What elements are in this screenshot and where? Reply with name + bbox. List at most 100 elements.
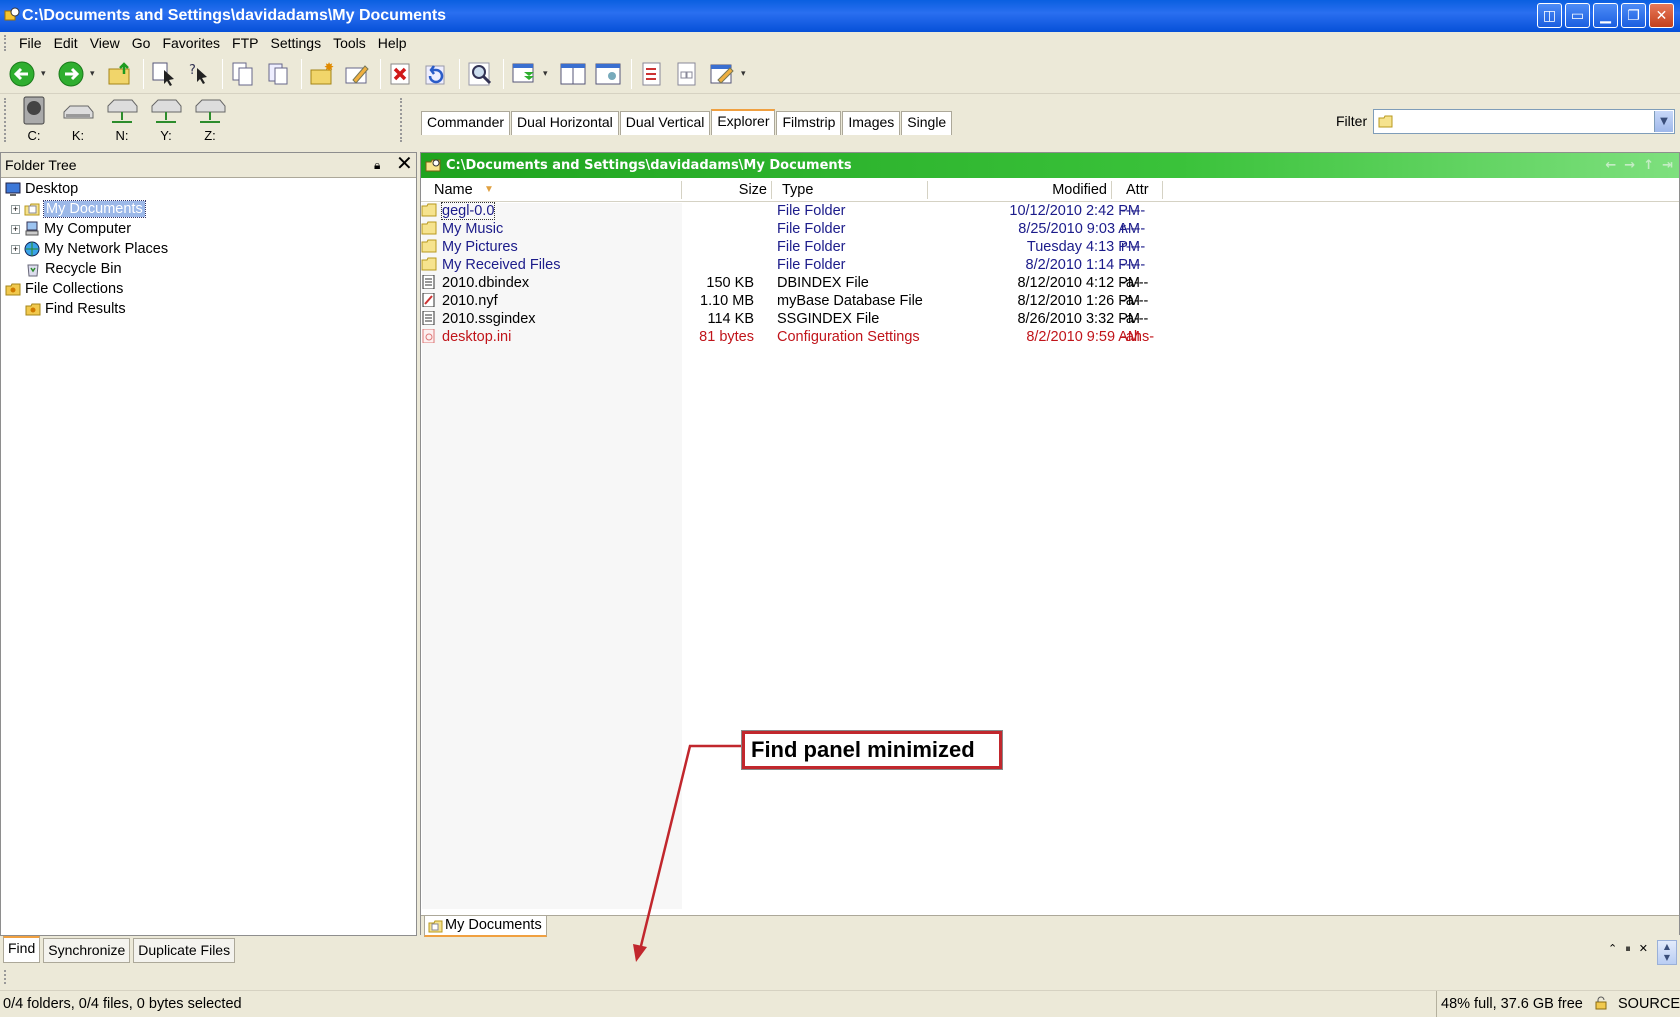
column-divider[interactable] bbox=[1111, 181, 1112, 199]
nav-back-icon[interactable]: ← bbox=[1605, 158, 1616, 173]
find-panel-scroll-buttons[interactable]: ▲ ▼ bbox=[1657, 940, 1677, 965]
find-panel-grip[interactable] bbox=[4, 970, 7, 984]
tab-filmstrip[interactable]: Filmstrip bbox=[776, 111, 842, 135]
column-divider[interactable] bbox=[1162, 181, 1163, 199]
delete-button[interactable] bbox=[385, 58, 417, 90]
expand-icon[interactable]: + bbox=[11, 224, 20, 234]
menu-file[interactable]: File bbox=[13, 35, 48, 51]
menu-help[interactable]: Help bbox=[372, 35, 413, 51]
close-button[interactable]: ✕ bbox=[1649, 3, 1674, 28]
menu-go[interactable]: Go bbox=[126, 35, 157, 51]
find-button[interactable] bbox=[464, 58, 496, 90]
column-divider[interactable] bbox=[681, 181, 682, 199]
file-row-my-pictures[interactable]: My Pictures File Folder Tuesday 4:13 PM … bbox=[421, 239, 1680, 257]
menu-view[interactable]: View bbox=[84, 35, 126, 51]
forward-button[interactable] bbox=[55, 58, 87, 90]
find-panel-controls: ⌃ ⏸ ✕ bbox=[1608, 942, 1648, 956]
select-help-button[interactable]: ? bbox=[183, 58, 215, 90]
drive-y[interactable]: Y: bbox=[144, 94, 188, 148]
select-button[interactable] bbox=[148, 58, 180, 90]
column-modified[interactable]: Modified bbox=[1021, 182, 1107, 198]
menu-settings[interactable]: Settings bbox=[265, 35, 328, 51]
layout-bar-grip[interactable] bbox=[400, 98, 403, 142]
nav-forward-icon[interactable]: → bbox=[1624, 158, 1635, 173]
back-dropdown-icon[interactable]: ▾ bbox=[41, 69, 49, 79]
menu-favorites[interactable]: Favorites bbox=[156, 35, 226, 51]
file-row-2010-nyf[interactable]: 2010.nyf 1.10 MB myBase Database File 8/… bbox=[421, 292, 1680, 311]
new-folder-button[interactable]: ✸ bbox=[306, 58, 338, 90]
tab-explorer[interactable]: Explorer bbox=[711, 109, 776, 135]
sync-button[interactable] bbox=[508, 58, 540, 90]
column-divider[interactable] bbox=[927, 181, 928, 199]
column-size[interactable]: Size bbox=[721, 182, 767, 198]
paste-button[interactable] bbox=[262, 58, 294, 90]
expand-icon[interactable]: + bbox=[11, 244, 20, 254]
drive-k[interactable]: K: bbox=[56, 94, 100, 148]
back-button[interactable] bbox=[6, 58, 38, 90]
file-row-desktop-ini[interactable]: desktop.ini 81 bytes Configuration Setti… bbox=[421, 328, 1680, 347]
menu-ftp[interactable]: FTP bbox=[226, 35, 264, 51]
tree-node-desktop[interactable]: Desktop bbox=[5, 179, 78, 199]
tab-dual-vertical[interactable]: Dual Vertical bbox=[619, 111, 711, 135]
copy-button[interactable] bbox=[227, 58, 259, 90]
folder-icon bbox=[1378, 115, 1393, 128]
file-row-2010-ssgindex[interactable]: 2010.ssgindex 114 KB SSGINDEX File 8/26/… bbox=[421, 310, 1680, 329]
file-row-2010-dbindex[interactable]: 2010.dbindex 150 KB DBINDEX File 8/12/20… bbox=[421, 274, 1680, 293]
file-row-gegl[interactable]: gegl-0.0 File Folder 10/12/2010 2:42 PM … bbox=[421, 202, 1680, 221]
edit-dropdown-icon[interactable]: ▾ bbox=[741, 69, 749, 79]
drive-n[interactable]: N: bbox=[100, 94, 144, 148]
undo-button[interactable] bbox=[420, 58, 452, 90]
nav-go-icon[interactable]: ⇥ bbox=[1662, 158, 1673, 173]
file-row-my-received-files[interactable]: My Received Files File Folder 8/2/2010 1… bbox=[421, 257, 1680, 275]
drive-z[interactable]: Z: bbox=[188, 94, 232, 148]
tab-commander[interactable]: Commander bbox=[421, 111, 511, 135]
close-panel-icon[interactable]: ✕ bbox=[396, 154, 413, 174]
up-folder-button[interactable] bbox=[104, 58, 136, 90]
drive-bar-grip[interactable] bbox=[4, 98, 7, 142]
drive-c[interactable]: C: bbox=[12, 94, 56, 148]
tree-node-my-network-places[interactable]: + My Network Places bbox=[11, 239, 168, 259]
file-icon bbox=[422, 274, 435, 290]
sync-dropdown-icon[interactable]: ▾ bbox=[543, 69, 551, 79]
document-button[interactable] bbox=[671, 58, 703, 90]
column-divider[interactable] bbox=[771, 181, 772, 199]
menu-tools[interactable]: Tools bbox=[327, 35, 372, 51]
maximize-button[interactable]: ❐ bbox=[1621, 3, 1646, 28]
dual-pane-button[interactable] bbox=[557, 58, 589, 90]
pane-tab-my-documents[interactable]: My Documents bbox=[424, 916, 547, 937]
tab-find[interactable]: Find bbox=[3, 936, 41, 963]
expand-icon[interactable]: + bbox=[11, 204, 20, 214]
menu-edit[interactable]: Edit bbox=[48, 35, 84, 51]
column-attr[interactable]: Attr bbox=[1126, 182, 1149, 198]
tab-single[interactable]: Single bbox=[901, 111, 953, 135]
menu-grip[interactable] bbox=[4, 35, 7, 51]
close-find-panel-icon[interactable]: ✕ bbox=[1639, 942, 1648, 956]
file-row-my-music[interactable]: My Music File Folder 8/25/2010 9:03 AM r… bbox=[421, 221, 1680, 239]
forward-dropdown-icon[interactable]: ▾ bbox=[90, 69, 98, 79]
nav-up-icon[interactable]: ↑ bbox=[1643, 158, 1654, 173]
tab-duplicate-files[interactable]: Duplicate Files bbox=[133, 938, 236, 963]
minimize-button[interactable]: ▁ bbox=[1593, 3, 1618, 28]
rename-button[interactable] bbox=[341, 58, 373, 90]
column-name[interactable]: Name bbox=[434, 182, 473, 198]
column-type[interactable]: Type bbox=[782, 182, 813, 198]
pin-icon[interactable]: 🔒︎ bbox=[374, 158, 380, 173]
checklist-button[interactable] bbox=[636, 58, 668, 90]
tree-node-recycle-bin[interactable]: Recycle Bin bbox=[25, 259, 122, 279]
tab-images[interactable]: Images bbox=[842, 111, 901, 135]
pause-icon[interactable]: ⏸ bbox=[1625, 942, 1631, 956]
edit-button[interactable] bbox=[706, 58, 738, 90]
layout-icon[interactable]: ▭ bbox=[1565, 3, 1590, 28]
preview-pane-button[interactable] bbox=[592, 58, 624, 90]
tree-node-my-computer[interactable]: + My Computer bbox=[11, 219, 131, 239]
dock-icon[interactable]: ◫ bbox=[1537, 3, 1562, 28]
restore-panel-icon[interactable]: ⌃ bbox=[1608, 942, 1617, 956]
find-panel-tabs: Find Synchronize Duplicate Files bbox=[0, 936, 1680, 966]
tab-dual-horizontal[interactable]: Dual Horizontal bbox=[511, 111, 619, 135]
filter-input[interactable]: ▼ bbox=[1373, 109, 1675, 134]
tree-node-file-collections[interactable]: File Collections bbox=[5, 279, 123, 299]
filter-dropdown-button[interactable]: ▼ bbox=[1654, 111, 1673, 132]
tab-synchronize[interactable]: Synchronize bbox=[43, 938, 131, 963]
tree-node-find-results[interactable]: Find Results bbox=[25, 299, 126, 319]
tree-node-my-documents[interactable]: + My Documents bbox=[11, 199, 146, 219]
